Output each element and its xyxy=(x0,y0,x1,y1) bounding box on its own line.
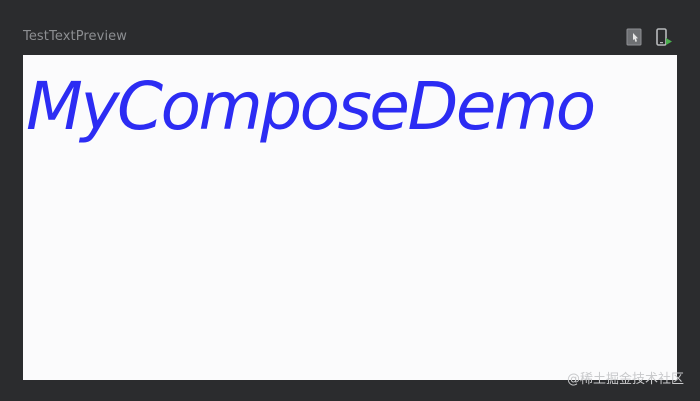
deploy-to-device-icon[interactable] xyxy=(655,28,673,47)
watermark: @稀土掘金技术社区 xyxy=(566,372,684,387)
preview-header: TestTextPreview xyxy=(0,0,700,54)
interactive-mode-icon[interactable] xyxy=(626,28,644,47)
preview-text: MyComposeDemo xyxy=(26,68,596,145)
preview-title: TestTextPreview xyxy=(23,29,127,44)
preview-canvas: MyComposeDemo xyxy=(23,55,677,380)
